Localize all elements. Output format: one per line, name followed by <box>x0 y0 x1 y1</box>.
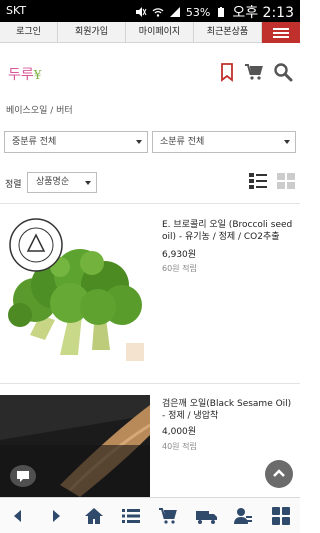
sort-select[interactable]: 상품명순 <box>27 172 97 193</box>
mute-icon <box>135 7 147 17</box>
status-bar: SKT 53% 오후 2:13 <box>0 0 300 22</box>
hamburger-line <box>273 27 289 30</box>
site-logo[interactable]: 두루¥ <box>8 64 41 84</box>
back-icon[interactable] <box>8 506 28 526</box>
status-indicators: 53% 오후 2:13 <box>135 2 294 22</box>
product-points: 60원 적립 <box>162 264 197 273</box>
user-icon[interactable] <box>233 506 253 526</box>
grid-icon[interactable] <box>271 506 291 526</box>
cart-icon[interactable] <box>244 62 264 82</box>
home-icon[interactable] <box>84 506 104 526</box>
forward-icon[interactable] <box>46 506 66 526</box>
nav-login[interactable]: 로그인 <box>0 22 58 42</box>
dropdown-arrow-icon <box>284 140 290 144</box>
breadcrumb: 베이스오일 / 버터 <box>6 106 73 116</box>
category-main-value: 중분류 전체 <box>12 137 57 147</box>
organic-badge <box>9 218 63 272</box>
sort-label: 정렬 <box>5 180 22 190</box>
divider <box>0 383 300 384</box>
product-price: 4,000원 <box>162 427 197 437</box>
dropdown-arrow-icon <box>136 140 142 144</box>
nav-mypage[interactable]: 마이페이지 <box>126 22 194 42</box>
category-sub-select[interactable]: 소분류 전체 <box>152 131 296 153</box>
cart-icon[interactable] <box>158 506 178 526</box>
delivery-icon[interactable] <box>195 506 219 526</box>
category-sub-value: 소분류 전체 <box>160 137 205 147</box>
product-image-broccoli[interactable] <box>0 215 150 367</box>
hamburger-line <box>273 35 289 38</box>
grid-view-icon[interactable] <box>277 172 295 190</box>
nav-signup[interactable]: 회원가입 <box>58 22 126 42</box>
list-icon[interactable] <box>121 506 141 526</box>
search-icon[interactable] <box>273 62 293 82</box>
broccoli-image <box>0 215 150 367</box>
battery-icon <box>218 7 225 17</box>
bottom-toolbar <box>0 497 300 533</box>
category-main-select[interactable]: 중분류 전체 <box>4 131 148 153</box>
top-nav: 로그인 회원가입 마이페이지 최근본상품 <box>0 22 300 43</box>
hamburger-line <box>273 31 289 34</box>
product-name[interactable]: 검은깨 오일(Black Sesame Oil) - 정제 / 냉압착 <box>162 398 296 422</box>
product-points: 40원 적립 <box>162 442 197 451</box>
divider <box>0 203 300 204</box>
signal-icon <box>169 7 180 17</box>
nav-recent[interactable]: 최근본상품 <box>194 22 262 42</box>
product-price: 6,930원 <box>162 250 197 260</box>
chat-button[interactable] <box>10 465 36 487</box>
battery-percent: 53% <box>185 5 211 19</box>
dropdown-arrow-icon <box>85 181 91 185</box>
logo-mark: ¥ <box>33 68 42 82</box>
carrier-label: SKT <box>6 4 27 17</box>
clock: 오후 2:13 <box>232 5 294 21</box>
sort-value: 상품명순 <box>36 177 70 187</box>
hamburger-menu-button[interactable] <box>262 22 300 43</box>
scroll-top-button[interactable] <box>265 460 293 488</box>
wifi-icon <box>152 8 164 17</box>
chat-icon <box>17 471 29 482</box>
logo-text: 두루 <box>8 67 34 83</box>
bookmark-icon[interactable] <box>217 62 237 82</box>
chevron-up-icon <box>273 469 285 477</box>
product-name[interactable]: E. 브로콜리 오일 (Broccoli seed oil) - 유기농 / 정… <box>162 219 296 243</box>
list-view-icon[interactable] <box>249 172 267 190</box>
